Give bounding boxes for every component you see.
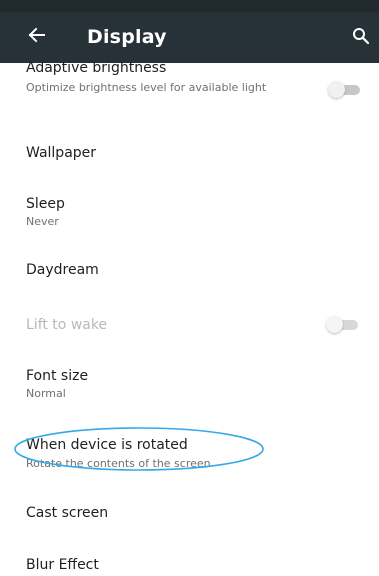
setting-subtitle: Optimize brightness level for available … [26, 81, 267, 94]
setting-title: Cast screen [26, 505, 109, 521]
adaptive-brightness-toggle[interactable] [328, 81, 360, 98]
display-settings-list: Adaptive brightness Optimize brightness … [0, 60, 379, 576]
display-settings-screen: Display Adaptive brightness Optimize bri… [0, 0, 379, 576]
setting-cast-screen[interactable]: Cast screen [0, 495, 379, 547]
setting-title: Sleep [26, 196, 65, 212]
page-title: Display [87, 26, 167, 48]
setting-subtitle: Never [26, 215, 59, 228]
arrow-back-icon[interactable] [27, 25, 47, 45]
setting-title: Wallpaper [26, 145, 97, 161]
setting-daydream[interactable]: Daydream [0, 239, 379, 294]
setting-title: Adaptive brightness [26, 60, 167, 76]
toggle-knob [326, 316, 343, 333]
setting-adaptive-brightness[interactable]: Adaptive brightness Optimize brightness … [0, 60, 379, 125]
setting-lift-to-wake: Lift to wake [0, 294, 379, 347]
setting-font-size[interactable]: Font size Normal [0, 347, 379, 415]
app-bar: Display [0, 0, 379, 63]
setting-sleep[interactable]: Sleep Never [0, 179, 379, 239]
status-bar-strip [0, 0, 379, 12]
setting-wallpaper[interactable]: Wallpaper [0, 125, 379, 179]
setting-when-device-is-rotated[interactable]: When device is rotated Rotate the conten… [0, 415, 379, 495]
toggle-knob [328, 81, 345, 98]
lift-to-wake-toggle [326, 316, 358, 333]
setting-blur-effect[interactable]: Blur Effect [0, 547, 379, 576]
setting-subtitle: Normal [26, 387, 66, 400]
search-icon[interactable] [352, 27, 370, 45]
setting-subtitle: Rotate the contents of the screen [26, 457, 211, 470]
setting-title: Blur Effect [26, 557, 99, 573]
setting-title: When device is rotated [26, 437, 188, 453]
setting-title: Font size [26, 368, 89, 384]
setting-title: Lift to wake [26, 317, 108, 333]
setting-title: Daydream [26, 262, 99, 278]
